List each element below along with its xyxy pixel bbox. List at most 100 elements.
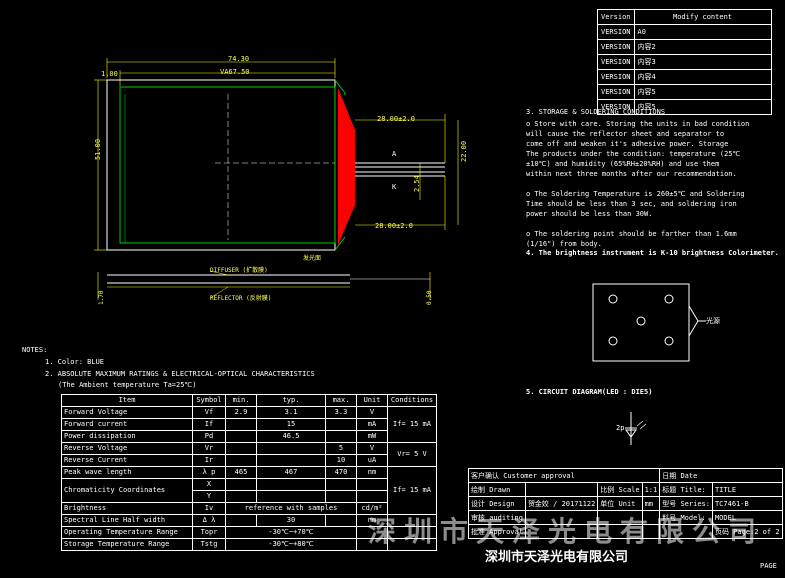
storage-line: ±10℃) and humidity (65%RH±20%RH) and use… <box>526 160 720 168</box>
th-unit: Unit <box>356 394 388 407</box>
cell-item: Peak wave length <box>61 466 193 479</box>
modify-cell: 内容5 <box>633 84 772 100</box>
dim-thickness: 1.70 <box>98 290 105 305</box>
circuit-node: 2p <box>616 424 625 432</box>
tb-title-label: 标题 Title: <box>659 482 713 497</box>
tb-unit-label: 单位 Unit <box>597 496 643 511</box>
modify-cell: 内容4 <box>633 69 772 85</box>
modify-cell: 内容3 <box>633 54 772 70</box>
storage-line: o The Soldering Temperature is 260±5℃ an… <box>526 190 745 198</box>
cell-item: Storage Temperature Range <box>61 538 193 551</box>
cell-range: -30℃~+80℃ <box>225 538 357 551</box>
table-row: Forward Voltage Vf 2.9 3.1 3.3 V If= 15 mA <box>61 406 437 443</box>
cell-symbol: Y <box>192 490 226 503</box>
cell-merged: reference with samples <box>225 502 357 515</box>
version-cell: VERSION <box>597 39 635 55</box>
dim-lead-top: 28.00±2.0 <box>377 115 415 123</box>
dim-lead-bottom: 28.00±2.0 <box>375 222 413 230</box>
panel-outline <box>106 79 336 251</box>
cell-symbol: Pd <box>192 430 226 443</box>
table-row: Chromaticity Coordinates X <box>61 478 437 503</box>
measure-panel <box>592 283 690 362</box>
version-cell: VERSION <box>597 54 635 70</box>
version-cell: VERSION <box>597 24 635 40</box>
tb-customer: 客户确认 Customer approval <box>467 468 661 483</box>
cell-symbol: λ p <box>192 466 226 479</box>
cell-typ: 46.5 <box>256 430 326 443</box>
note-color: 1. Color: BLUE <box>45 358 105 366</box>
version-table: Version Modify content VERSION A0 VERSION 内… <box>597 9 772 115</box>
modify-cell: A0 <box>633 24 772 40</box>
cell-min: 465 <box>225 466 257 479</box>
cell-symbol: Δ λ <box>192 514 226 527</box>
storage-line: come off and weaken it's adhesive power.… <box>526 140 729 148</box>
table-row: Reverse Current Ir 10 uA <box>61 454 437 467</box>
cell-symbol: X <box>192 478 226 491</box>
cell-condition-if: If= 15 mA <box>387 406 437 443</box>
dim-width: 74.30 <box>228 55 250 63</box>
measure-point-2 <box>664 294 674 304</box>
cell-item: Forward current <box>61 418 193 431</box>
cell-item: Operating Temperature Range <box>61 526 193 539</box>
tb-title: TITLE <box>711 482 783 497</box>
label-cathode: K <box>392 183 397 191</box>
table-row: Power dissipation Pd 46.5 mW <box>61 430 437 443</box>
tb-series-label: 型号 Series: <box>659 496 713 511</box>
storage-line: within next three months after our recom… <box>526 170 737 178</box>
cell-typ: 15 <box>256 418 326 431</box>
brightness-note: 4. The brightness instrument is K-10 bri… <box>526 249 779 257</box>
cell-item: Reverse Voltage <box>61 442 193 455</box>
cell-item: Forward Voltage <box>61 406 193 419</box>
cell-item: Spectral Line Half width <box>61 514 193 527</box>
cell-symbol: Vf <box>192 406 226 419</box>
modify-header: Modify content <box>633 9 772 25</box>
th-conditions: Conditions <box>387 394 437 407</box>
dim-offset: 1.00 <box>101 70 118 78</box>
tb-date: 日期 Date <box>659 468 783 483</box>
version-cell: VERSION <box>597 69 635 85</box>
modify-cell: 内容2 <box>633 39 772 55</box>
tb-page-footer: PAGE <box>760 562 777 570</box>
cell-max: 10 <box>325 454 357 467</box>
storage-line: (1/16") from body. <box>526 240 602 248</box>
th-max: max. <box>325 394 357 407</box>
table-row: Forward current If 15 mA <box>61 418 437 431</box>
dim-lead-span: 22.00 <box>460 140 468 162</box>
label-reflector: REFLECTOR (反射膜) <box>210 295 272 302</box>
cell-item: Reverse Current <box>61 454 193 467</box>
storage-line: power should be less than 30W. <box>526 210 653 218</box>
dim-height: 51.00 <box>94 138 102 160</box>
note-ratings: 2. ABSOLUTE MAXIMUM RATINGS & ELECTRICAL… <box>45 370 315 378</box>
cell-condition-if2: If= 15 mA <box>387 466 437 515</box>
cell-unit: uA <box>356 454 388 467</box>
cell-max: 470 <box>325 466 357 479</box>
label-led: 发光面 <box>303 255 322 262</box>
measure-point-center <box>636 316 646 326</box>
led-light-area <box>338 88 355 245</box>
measure-point-1 <box>608 294 618 304</box>
storage-line: will cause the reflector sheet and separ… <box>526 130 725 138</box>
label-diffuser: DIFFUSER (扩散膜) <box>210 267 268 274</box>
cell-symbol: Vr <box>192 442 226 455</box>
cell-symbol: Topr <box>192 526 226 539</box>
version-header: Version <box>597 9 635 25</box>
tb-drawn: 绘制 Drawn <box>468 482 526 497</box>
cell-condition-vr: Vr= 5 V <box>387 442 437 467</box>
watermark: 深圳市天泽光电有限公司 <box>368 515 765 548</box>
storage-line: Time should be less than 3 sec, and sold… <box>526 200 737 208</box>
th-item: Item <box>61 394 193 407</box>
table-row: Reverse Voltage Vr 5 V Vr= 5 V <box>61 442 437 467</box>
measure-point-4 <box>664 336 674 346</box>
dim-film: 0.50 <box>426 290 433 305</box>
tb-design: 设计 Design <box>468 496 526 511</box>
measure-point-3 <box>608 336 618 346</box>
storage-title: 3. STORAGE & SOLDERING CONDITIONS <box>526 108 666 116</box>
cell-typ: 30 <box>256 514 326 527</box>
cell-item: Brightness <box>61 502 193 515</box>
cell-symbol: Tstg <box>192 538 226 551</box>
tb-series: TC7461-B <box>711 496 783 511</box>
cell-unit: mW <box>356 430 388 443</box>
table-row: Peak wave length λ p 465 467 470 nm If= 15 mA <box>61 466 437 515</box>
tb-design-by: 贺金姣 / 20171122 <box>524 496 599 511</box>
cell-max: 5 <box>325 442 357 455</box>
